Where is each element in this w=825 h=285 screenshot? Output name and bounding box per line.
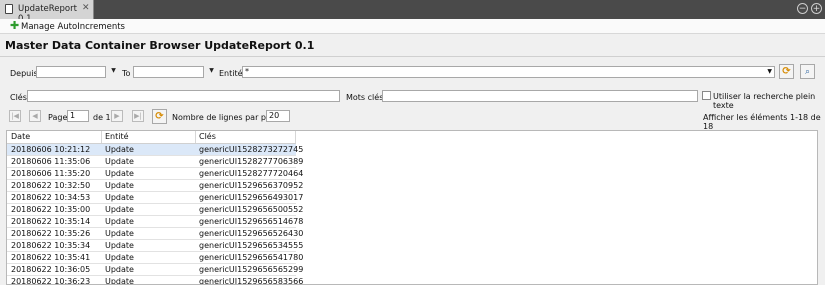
table-row[interactable]: 20180622 10:36:05 Update genericUI15296565… <box>7 264 303 276</box>
cell-entite: Update <box>105 277 134 285</box>
search-button[interactable]: ⌕ <box>800 64 815 79</box>
cell-cles: genericUI1529656541780 <box>199 253 304 262</box>
table-row[interactable]: 20180622 10:35:26 Update genericUI15296565… <box>7 228 303 240</box>
cell-entite: Update <box>105 145 134 154</box>
search-icon: ⌕ <box>804 67 811 77</box>
table-row[interactable]: 20180622 10:35:34 Update genericUI15296565… <box>7 240 303 252</box>
refresh-icon: ⟳ <box>155 111 164 122</box>
cell-date: 20180622 10:36:23 <box>11 277 91 285</box>
first-page-button[interactable]: |◀ <box>9 110 21 122</box>
page-label: Page <box>48 113 68 122</box>
rows-per-page-field[interactable]: 20 <box>266 110 290 122</box>
to-label: To <box>122 69 131 78</box>
results-summary: Afficher les éléments 1-18 de 18 <box>703 113 821 131</box>
document-icon <box>5 4 13 14</box>
cell-entite: Update <box>105 253 134 262</box>
depuis-date-field[interactable] <box>36 66 106 78</box>
tab-updatereport[interactable]: UpdateReport 0.1 ✕ <box>0 0 94 24</box>
entite-selected-value: * <box>245 67 249 76</box>
fulltext-label: Utiliser la recherche plein texte <box>713 92 816 110</box>
table-row[interactable]: 20180622 10:35:41 Update genericUI15296565… <box>7 252 303 264</box>
table-row[interactable]: 20180622 10:35:14 Update genericUI15296565… <box>7 216 303 228</box>
cles-field[interactable] <box>27 90 340 102</box>
add-icon[interactable]: ✚ <box>10 20 19 31</box>
cles-label: Clés <box>10 93 27 102</box>
column-divider[interactable] <box>101 131 102 143</box>
minimize-icon[interactable]: − <box>797 3 808 14</box>
entite-label: Entité <box>219 69 243 78</box>
cell-entite: Update <box>105 181 134 190</box>
cell-entite: Update <box>105 169 134 178</box>
cell-entite: Update <box>105 241 134 250</box>
cell-cles: genericUI1528277720464 <box>199 169 304 178</box>
cell-date: 20180622 10:35:14 <box>11 217 91 226</box>
cell-date: 20180606 11:35:06 <box>11 157 91 166</box>
editor-tab-bar <box>0 0 825 19</box>
table-header: Date Entité Clés <box>7 131 296 144</box>
motscles-field[interactable] <box>382 90 698 102</box>
cell-cles: genericUI1529656370952 <box>199 181 304 190</box>
column-divider[interactable] <box>295 131 296 143</box>
cell-cles: genericUI1529656493017 <box>199 193 304 202</box>
cell-cles: genericUI1529656526430 <box>199 229 304 238</box>
cell-date: 20180606 10:21:12 <box>11 145 91 154</box>
page-title: Master Data Container Browser UpdateRepo… <box>5 39 315 52</box>
cell-cles: genericUI1529656565299 <box>199 265 304 274</box>
column-header-entite[interactable]: Entité <box>105 132 129 141</box>
cell-date: 20180622 10:35:26 <box>11 229 91 238</box>
depuis-label: Depuis <box>10 69 38 78</box>
cell-cles: genericUI1529656514678 <box>199 217 304 226</box>
cell-cles: genericUI1529656534555 <box>199 241 304 250</box>
to-date-field[interactable] <box>133 66 204 78</box>
cell-date: 20180622 10:32:50 <box>11 181 91 190</box>
cell-entite: Update <box>105 193 134 202</box>
motscles-label: Mots clés <box>346 93 384 102</box>
next-page-button[interactable]: ▶ <box>111 110 123 122</box>
cell-date: 20180606 11:35:20 <box>11 169 91 178</box>
cell-entite: Update <box>105 229 134 238</box>
cell-date: 20180622 10:35:41 <box>11 253 91 262</box>
search-reset-button[interactable]: ⟳ <box>779 64 794 79</box>
cell-entite: Update <box>105 265 134 274</box>
cell-date: 20180622 10:34:53 <box>11 193 91 202</box>
cell-cles: genericUI1528273272745 <box>199 145 304 154</box>
page-number-field[interactable]: 1 <box>67 110 89 122</box>
refresh-icon: ⟳ <box>782 66 791 77</box>
cell-entite: Update <box>105 157 134 166</box>
cell-entite: Update <box>105 217 134 226</box>
chevron-down-icon[interactable]: ▼ <box>207 66 216 76</box>
cell-cles: genericUI1528277706389 <box>199 157 304 166</box>
table-row[interactable]: 20180622 10:32:50 Update genericUI15296563… <box>7 180 303 192</box>
cell-entite: Update <box>105 205 134 214</box>
cell-date: 20180622 10:36:05 <box>11 265 91 274</box>
fulltext-checkbox[interactable] <box>702 91 711 100</box>
cell-cles: genericUI1529656583566 <box>199 277 304 285</box>
tab-close-icon[interactable]: ✕ <box>82 3 90 13</box>
table-row[interactable]: 20180606 11:35:06 Update genericUI15282777… <box>7 156 303 168</box>
page-count-label: de 1 <box>93 113 111 122</box>
entite-select[interactable]: * ▼ <box>242 66 775 78</box>
table-row[interactable]: 20180606 11:35:20 Update genericUI15282777… <box>7 168 303 180</box>
cell-date: 20180622 10:35:00 <box>11 205 91 214</box>
table-row[interactable]: 20180622 10:34:53 Update genericUI15296564… <box>7 192 303 204</box>
cell-cles: genericUI1529656500552 <box>199 205 304 214</box>
results-table: Date Entité Clés 20180606 10:21:12 Update… <box>6 130 818 285</box>
maximize-icon[interactable]: + <box>811 3 822 14</box>
column-header-date[interactable]: Date <box>11 132 30 141</box>
table-row[interactable]: 20180606 10:21:12 Update genericUI15282732… <box>7 144 303 156</box>
divider <box>0 56 825 57</box>
chevron-down-icon[interactable]: ▼ <box>109 66 118 76</box>
table-row[interactable]: 20180622 10:35:00 Update genericUI15296565… <box>7 204 303 216</box>
refresh-button[interactable]: ⟳ <box>152 109 167 124</box>
last-page-button[interactable]: ▶| <box>132 110 144 122</box>
column-divider[interactable] <box>195 131 196 143</box>
table-row[interactable]: 20180622 10:36:23 Update genericUI15296565… <box>7 276 303 285</box>
chevron-down-icon: ▼ <box>767 68 772 75</box>
cell-date: 20180622 10:35:34 <box>11 241 91 250</box>
manage-autoincrements-button[interactable]: Manage AutoIncrements <box>21 22 125 32</box>
column-header-cles[interactable]: Clés <box>199 132 216 141</box>
prev-page-button[interactable]: ◀ <box>29 110 41 122</box>
